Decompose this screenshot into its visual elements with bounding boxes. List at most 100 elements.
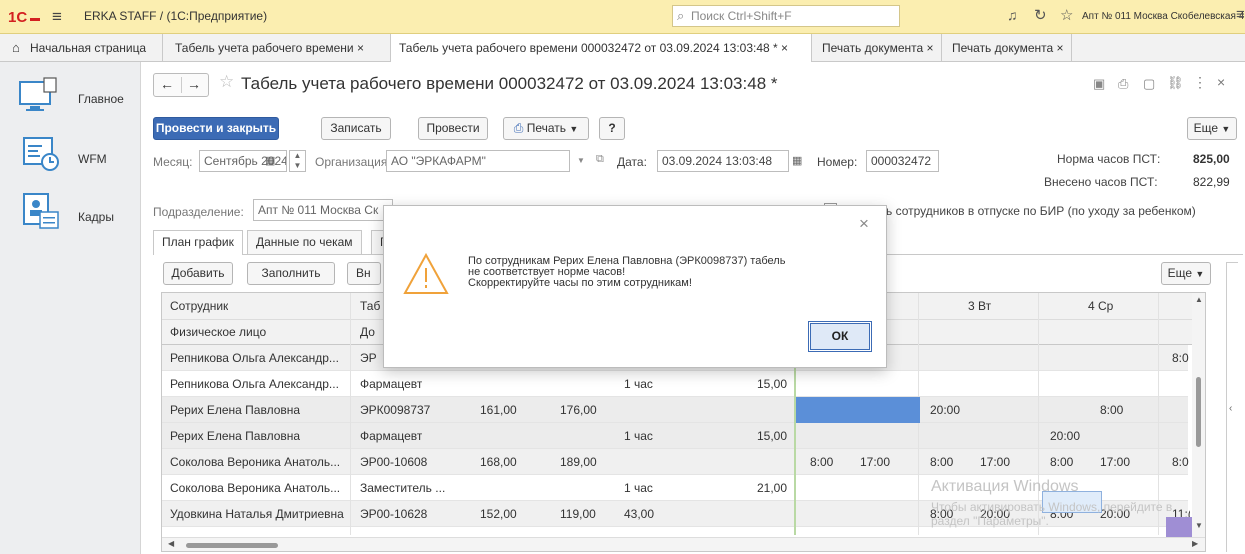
table-cell-c6[interactable]: 15,00 — [747, 371, 787, 397]
selected-cell[interactable] — [796, 397, 920, 423]
table-cell-c2[interactable]: 161,00 — [480, 397, 517, 423]
save-button[interactable]: Записать — [321, 117, 391, 140]
settings-menu-icon[interactable]: ≡ — [1236, 6, 1245, 23]
calendar-icon[interactable]: ▦ — [792, 154, 802, 167]
table-cell-c1[interactable]: ЭР00-10608 — [360, 449, 427, 475]
col-position-header[interactable]: До — [360, 319, 375, 345]
tab-print-1[interactable]: Печать документа × — [812, 34, 942, 62]
col-person-header[interactable]: Физическое лицо — [170, 319, 266, 345]
table-row[interactable]: Рерих Елена Павловна ЭРК0098737 161,00 176,… — [162, 397, 1188, 423]
scroll-left-icon[interactable]: ◀ — [168, 539, 174, 548]
open-link-icon[interactable]: ⧉ — [596, 153, 604, 166]
scroll-right-icon[interactable]: ▶ — [1192, 539, 1198, 548]
arrow-right-icon[interactable]: → — [187, 76, 201, 92]
table-cell-name[interactable]: Соколова Вероника Анатоль... — [170, 475, 340, 501]
more-button[interactable]: Еще ▼ — [1187, 117, 1237, 140]
table-cell-t3[interactable]: 20:00 — [930, 397, 960, 423]
col-employee-header[interactable]: Сотрудник — [170, 293, 228, 319]
tab-home[interactable]: ⌂ Начальная страница — [0, 34, 163, 62]
fill-button[interactable]: Заполнить — [247, 262, 335, 285]
partial-button[interactable]: Вн — [347, 262, 381, 285]
table-cell-c6[interactable]: 15,00 — [747, 423, 787, 449]
tab-plan-schedule[interactable]: План график — [153, 230, 243, 255]
table-cell-name[interactable]: Репникова Ольга Александр... — [170, 345, 339, 371]
table-cell-c4[interactable]: 1 час — [624, 475, 653, 501]
ok-button[interactable]: ОК — [808, 321, 872, 352]
table-cell-c4[interactable]: 1 час — [624, 423, 653, 449]
tab-print-2[interactable]: Печать документа × — [942, 34, 1072, 62]
month-stepper[interactable]: ▲ ▼ — [289, 150, 306, 172]
save-icon[interactable]: ▣ — [1093, 76, 1105, 92]
table-cell-c1[interactable]: ЭРК0098737 — [360, 397, 430, 423]
sidebar-item-hr[interactable]: Кадры — [0, 186, 141, 242]
more-actions-icon[interactable]: ⋮ — [1193, 74, 1207, 91]
tab-receipt-data[interactable]: Данные по чекам — [247, 230, 362, 254]
arrow-left-icon[interactable]: ← — [160, 76, 174, 92]
collapse-panel-handle[interactable]: ‹ — [1226, 262, 1238, 552]
chevron-down-icon[interactable]: ▼ — [577, 156, 585, 165]
grid-more-button[interactable]: Еще ▼ — [1161, 262, 1211, 285]
preview-icon[interactable]: ▢ — [1143, 76, 1155, 92]
table-cell-t3[interactable]: 8:00 — [930, 449, 953, 475]
table-cell-c1[interactable]: ЭР00-10628 — [360, 501, 427, 527]
sidebar-item-main[interactable]: Главное — [0, 70, 141, 126]
number-field[interactable]: 000032472 — [866, 150, 939, 172]
tab-timesheet-list[interactable]: Табель учета рабочего времени × — [163, 34, 391, 62]
table-cell-c6[interactable]: 21,00 — [747, 475, 787, 501]
table-cell-t2[interactable]: 17:00 — [860, 449, 890, 475]
table-cell-c2[interactable]: 152,00 — [480, 501, 517, 527]
global-search-input[interactable]: ⌕ Поиск Ctrl+Shift+F — [672, 5, 900, 27]
link-icon[interactable]: ⛓ — [1167, 75, 1184, 91]
table-cell-t7[interactable]: 8:0 — [1172, 449, 1190, 475]
menu-icon[interactable]: ≡ — [52, 8, 70, 26]
table-row[interactable]: Соколова Вероника Анатоль... ЭР00-10608 16… — [162, 449, 1190, 475]
app-logo[interactable]: 1С — [8, 8, 42, 26]
table-cell-c1[interactable]: ЭР — [360, 345, 377, 371]
table-row[interactable]: Репникова Ольга Александр... Фармацевт 1 ч… — [162, 371, 1188, 397]
table-cell-t6[interactable]: 17:00 — [1100, 449, 1130, 475]
col-day4-header[interactable]: 4 Ср — [1088, 293, 1113, 319]
vertical-scrollbar[interactable]: ▲ ▼ — [1192, 293, 1205, 537]
help-button[interactable]: ? — [599, 117, 625, 140]
table-cell-t6[interactable]: 8:00 — [1100, 397, 1123, 423]
history-icon[interactable]: ↻ — [1034, 6, 1047, 24]
post-button[interactable]: Провести — [418, 117, 488, 140]
table-cell-c1[interactable]: Заместитель ... — [360, 475, 445, 501]
table-cell-name[interactable]: Рерих Елена Павловна — [170, 423, 300, 449]
table-cell-c2[interactable]: 168,00 — [480, 449, 517, 475]
notifications-icon[interactable]: ♫ — [1007, 7, 1018, 23]
calendar-icon[interactable]: ▦ — [265, 154, 275, 167]
user-name[interactable]: Апт № 011 Москва Скобелевская 4 — [1082, 11, 1244, 22]
department-field[interactable]: Апт № 011 Москва Ск — [253, 199, 393, 221]
table-cell-c3[interactable]: 189,00 — [560, 449, 597, 475]
organization-field[interactable]: АО "ЭРКАФАРМ" — [386, 150, 570, 172]
table-cell-t5[interactable]: 8:00 — [1050, 449, 1073, 475]
sidebar-item-wfm[interactable]: WFM — [0, 128, 141, 184]
table-cell-t1[interactable]: 8:00 — [810, 449, 833, 475]
horizontal-scrollbar[interactable]: ◀ ▶ — [162, 537, 1205, 551]
favorites-icon[interactable]: ☆ — [1060, 6, 1073, 24]
date-field[interactable]: 03.09.2024 13:03:48 — [657, 150, 789, 172]
col-day3-header[interactable]: 3 Вт — [968, 293, 991, 319]
close-icon[interactable]: × — [1217, 74, 1225, 90]
col-tab-header[interactable]: Таб — [360, 293, 380, 319]
table-cell-c1[interactable]: Фармацевт — [360, 423, 422, 449]
tab-timesheet-document[interactable]: Табель учета рабочего времени 000032472 … — [391, 34, 812, 63]
table-row[interactable]: Рерих Елена Павловна Фармацевт 1 час 15,00 2… — [162, 423, 1188, 449]
table-cell-c1[interactable]: Фармацевт — [360, 371, 422, 397]
table-cell-c3[interactable]: 176,00 — [560, 397, 597, 423]
dialog-close-icon[interactable]: × — [859, 214, 869, 234]
table-cell-name[interactable]: Соколова Вероника Анатоль... — [170, 449, 340, 475]
print-icon[interactable]: ⎙ — [1118, 76, 1128, 92]
favorite-star-icon[interactable]: ☆ — [219, 72, 234, 92]
print-menu-button[interactable]: ⎙ Печать ▼ — [503, 117, 589, 140]
table-cell-name[interactable]: Удовкина Наталья Дмитриевна — [170, 501, 344, 527]
table-cell-t5[interactable]: 20:00 — [1050, 423, 1080, 449]
table-cell-name[interactable]: Рерих Елена Павловна — [170, 397, 300, 423]
post-and-close-button[interactable]: Провести и закрыть — [153, 117, 279, 140]
table-cell-c3[interactable]: 119,00 — [560, 501, 596, 527]
table-cell-c4[interactable]: 43,00 — [624, 501, 654, 527]
add-row-button[interactable]: Добавить — [163, 262, 233, 285]
table-cell-c4[interactable]: 1 час — [624, 371, 653, 397]
table-cell-t7[interactable]: 8:0 — [1172, 345, 1190, 371]
